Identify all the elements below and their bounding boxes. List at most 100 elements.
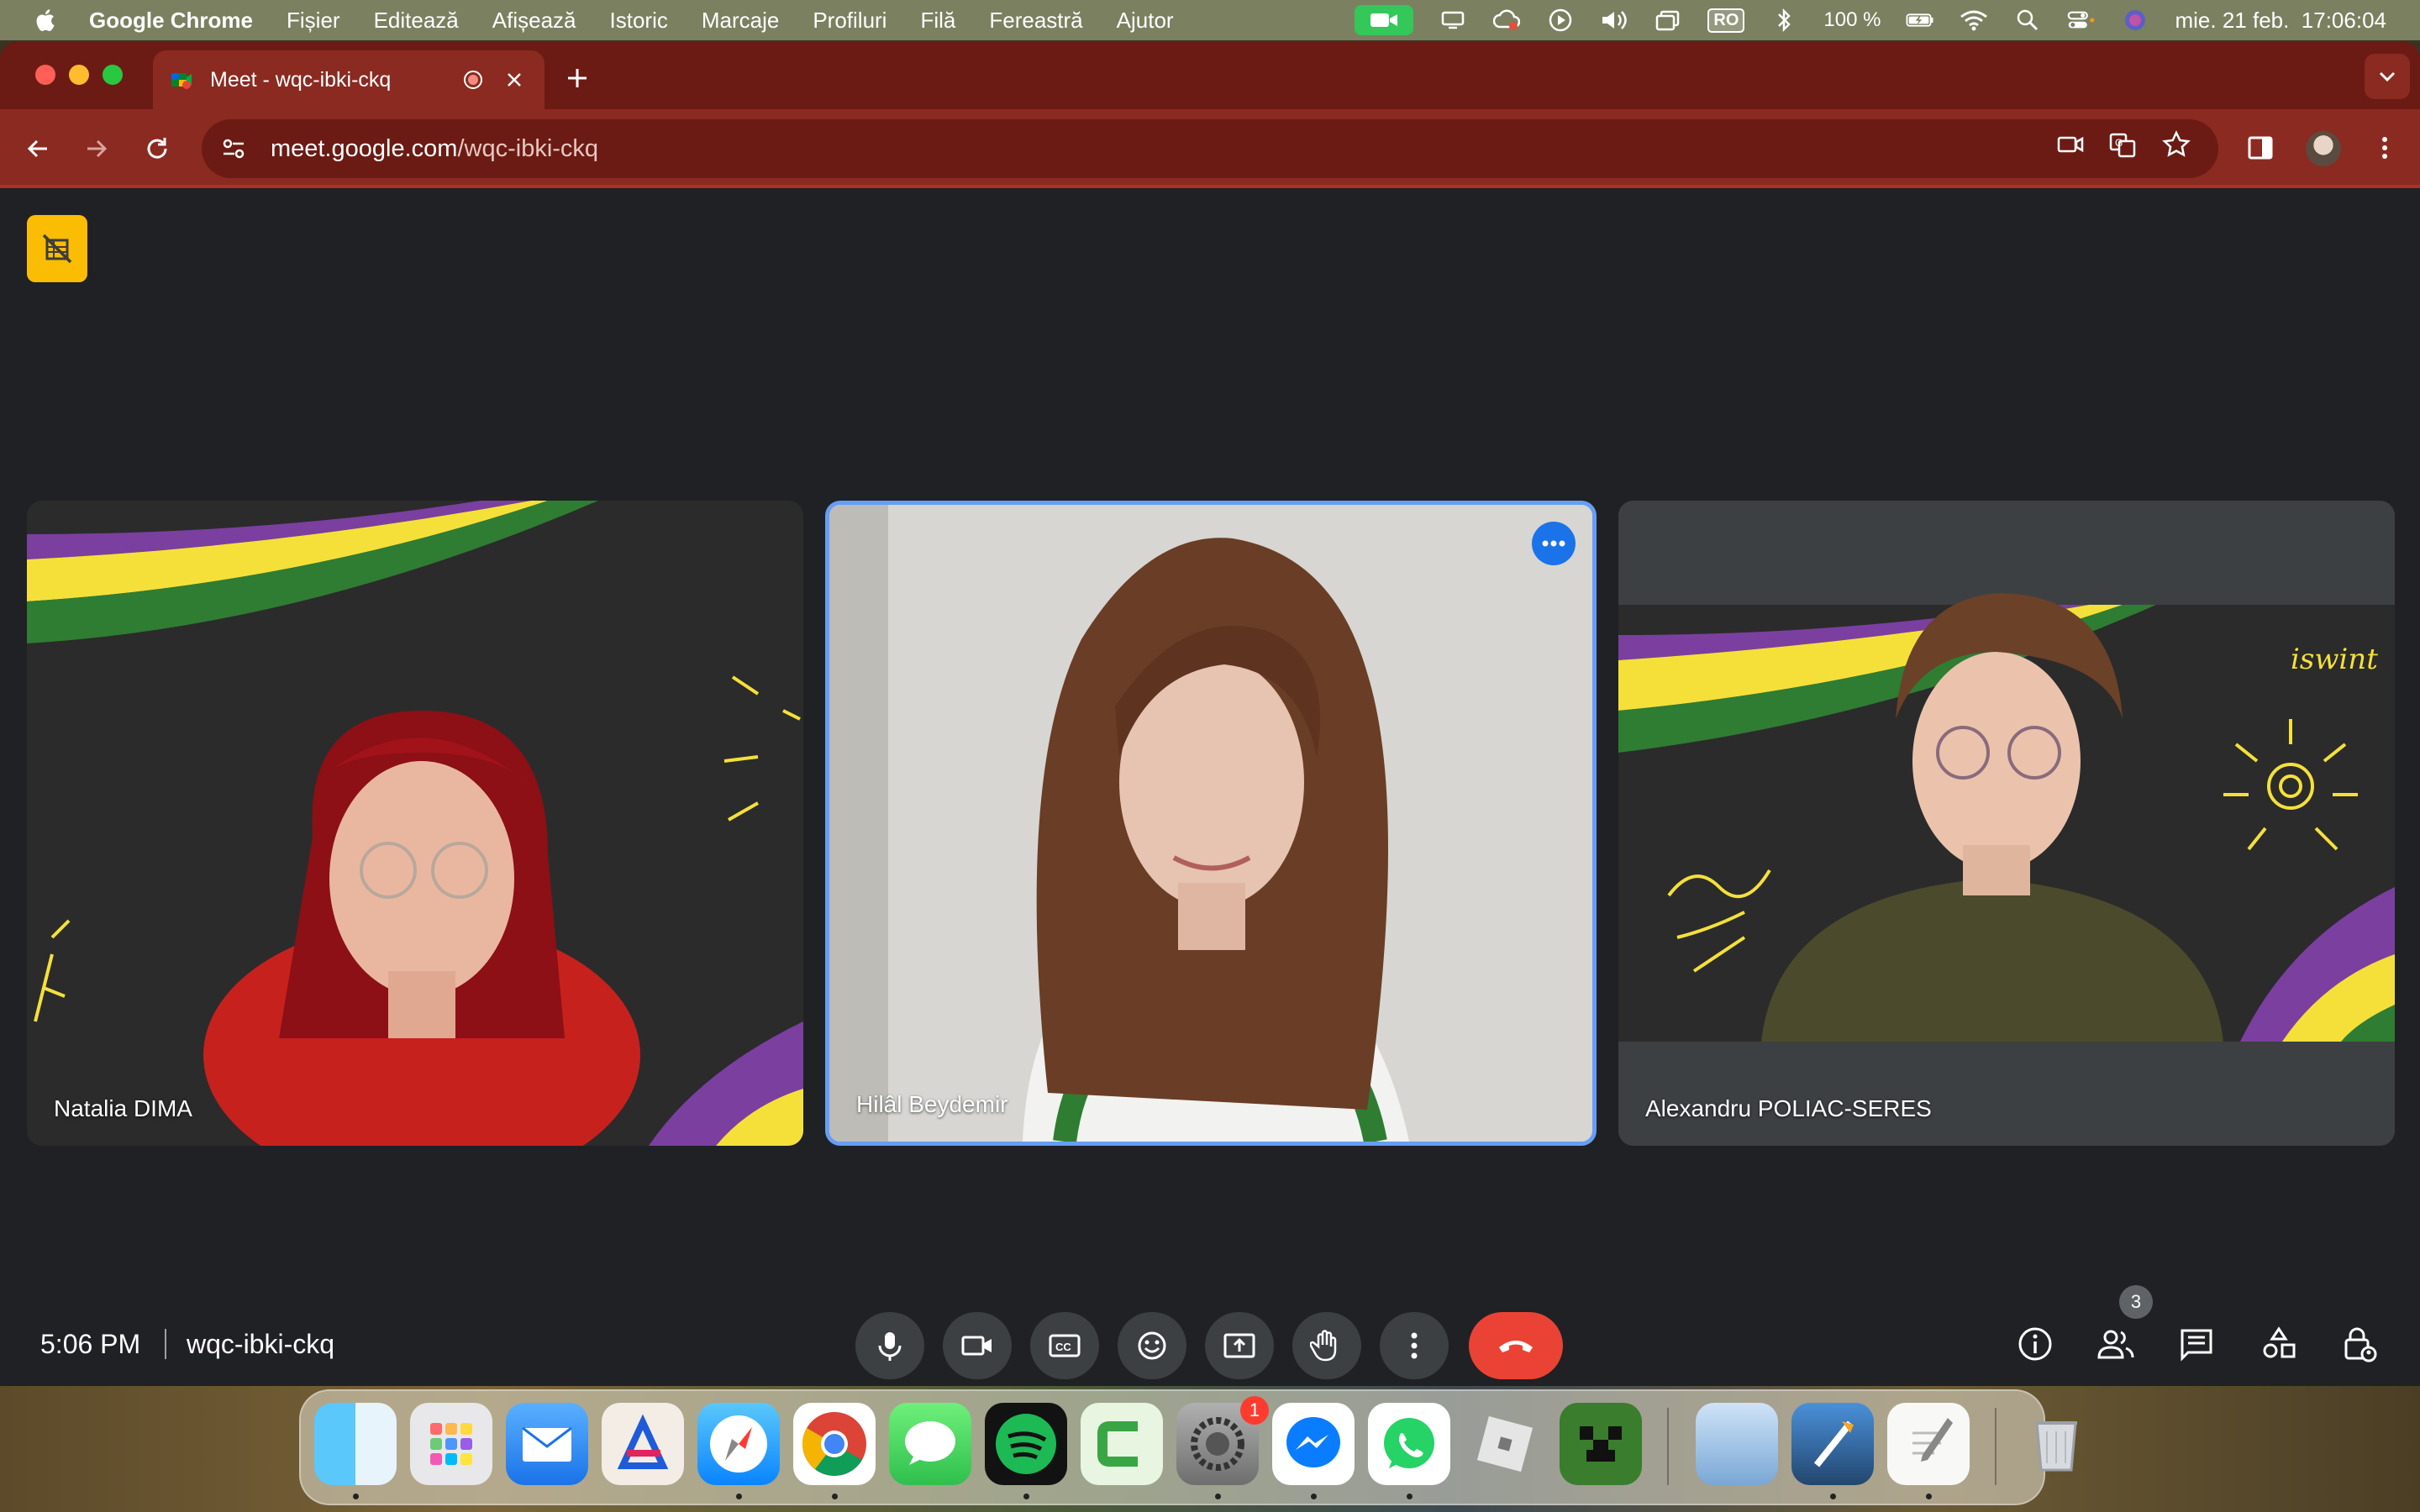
translate-icon[interactable]: G bbox=[2107, 129, 2138, 160]
camera-permission-icon[interactable] bbox=[2055, 129, 2086, 160]
minecraft-icon[interactable] bbox=[1560, 1403, 1642, 1485]
activities-button[interactable] bbox=[2257, 1322, 2301, 1366]
close-window-button[interactable] bbox=[35, 65, 55, 85]
battery-icon[interactable] bbox=[1906, 8, 1934, 33]
safari-icon[interactable] bbox=[697, 1403, 780, 1485]
camera-button[interactable] bbox=[943, 1312, 1012, 1379]
finder-icon[interactable] bbox=[314, 1403, 397, 1485]
wifi-icon[interactable] bbox=[1960, 8, 1988, 33]
volume-icon[interactable] bbox=[1600, 8, 1628, 33]
running-indicator bbox=[1215, 1494, 1221, 1499]
messenger-icon[interactable] bbox=[1272, 1403, 1355, 1485]
menu-bookmarks[interactable]: Marcaje bbox=[702, 8, 779, 34]
trash-icon[interactable] bbox=[2015, 1403, 2097, 1485]
people-count-badge: 3 bbox=[2119, 1285, 2153, 1319]
menu-profiles[interactable]: Profiluri bbox=[813, 8, 886, 34]
running-indicator bbox=[1023, 1494, 1029, 1499]
svg-text:CC: CC bbox=[1055, 1341, 1071, 1353]
leave-call-button[interactable] bbox=[1469, 1312, 1563, 1379]
tab-meet[interactable]: Meet - wqc-ibki-ckq bbox=[153, 50, 544, 109]
menubar-datetime[interactable]: mie. 21 feb. 17:06:04 bbox=[2175, 8, 2386, 34]
chrome-window: Meet - wqc-ibki-ckq meet.google.com /wqc… bbox=[0, 42, 2420, 1386]
meet-stage: Natalia DIMA Hilâl Beydemir iswint Alexa… bbox=[0, 188, 2420, 1386]
shapes-icon bbox=[2263, 1326, 2296, 1358]
participant-tile[interactable]: iswint Alexandru POLIAC-SERES bbox=[1618, 501, 2395, 1146]
textedit-icon[interactable] bbox=[1887, 1403, 1970, 1485]
people-icon bbox=[2097, 1330, 2134, 1359]
host-controls-button[interactable] bbox=[2338, 1322, 2381, 1366]
camtasia-icon[interactable] bbox=[1081, 1403, 1163, 1485]
menu-history[interactable]: Istoric bbox=[610, 8, 668, 34]
spotify-icon[interactable] bbox=[985, 1403, 1067, 1485]
menu-window[interactable]: Fereastră bbox=[989, 8, 1082, 34]
menu-help[interactable]: Ajutor bbox=[1117, 8, 1174, 34]
chat-button[interactable] bbox=[2175, 1322, 2218, 1366]
mail-icon[interactable] bbox=[506, 1403, 588, 1485]
messages-icon[interactable] bbox=[889, 1403, 971, 1485]
spotlight-search-icon[interactable] bbox=[2013, 8, 2042, 33]
whatsapp-icon[interactable] bbox=[1368, 1403, 1450, 1485]
tab-search-button[interactable] bbox=[2365, 54, 2410, 99]
menu-edit[interactable]: Editează bbox=[374, 8, 459, 34]
chrome-icon[interactable] bbox=[793, 1403, 876, 1485]
menu-app-name[interactable]: Google Chrome bbox=[89, 8, 253, 34]
frame-off-icon bbox=[42, 234, 72, 264]
more-horizontal-icon bbox=[1542, 540, 1565, 547]
menu-tab[interactable]: Filă bbox=[920, 8, 955, 34]
participant-tile-active[interactable]: Hilâl Beydemir bbox=[825, 501, 1597, 1146]
reactions-button[interactable] bbox=[1118, 1312, 1186, 1379]
more-options-icon[interactable] bbox=[2370, 133, 2400, 163]
creative-cloud-icon[interactable] bbox=[1492, 8, 1521, 33]
side-panel-icon[interactable] bbox=[2245, 133, 2275, 163]
bookmark-star-icon[interactable] bbox=[2161, 129, 2191, 160]
chat-icon bbox=[2181, 1329, 2212, 1362]
meeting-controls-bar: 5:06 PM wqc-ibki-ckq CC 3 bbox=[0, 1285, 2420, 1386]
no-presentation-button[interactable] bbox=[27, 215, 87, 282]
play-circle-icon[interactable] bbox=[1546, 8, 1575, 33]
emoji-icon bbox=[1138, 1331, 1166, 1360]
present-screen-button[interactable] bbox=[1205, 1312, 1274, 1379]
participant-name: Hilâl Beydemir bbox=[856, 1091, 1008, 1117]
input-source-badge[interactable]: RO bbox=[1707, 8, 1745, 33]
menu-view[interactable]: Afișează bbox=[492, 8, 576, 34]
screen-mirror-icon[interactable] bbox=[1439, 8, 1467, 33]
xcode-icon[interactable] bbox=[1791, 1403, 1874, 1485]
meeting-code[interactable]: wqc-ibki-ckq bbox=[187, 1329, 334, 1360]
address-bar[interactable]: meet.google.com /wqc-ibki-ckq G bbox=[202, 119, 2218, 178]
stage-manager-icon[interactable] bbox=[1654, 8, 1682, 33]
captions-button[interactable]: CC bbox=[1030, 1312, 1099, 1379]
back-arrow-icon[interactable] bbox=[24, 134, 52, 163]
svg-text:G: G bbox=[2115, 137, 2123, 149]
launchpad-icon[interactable] bbox=[410, 1403, 492, 1485]
new-tab-icon[interactable] bbox=[565, 66, 590, 91]
people-button[interactable] bbox=[2094, 1322, 2138, 1366]
roblox-icon[interactable] bbox=[1464, 1403, 1546, 1485]
forward-arrow-icon[interactable] bbox=[82, 134, 111, 163]
camera-in-use-indicator[interactable] bbox=[1355, 5, 1414, 35]
meeting-details-button[interactable] bbox=[2013, 1322, 2057, 1366]
reload-icon[interactable] bbox=[143, 134, 171, 163]
site-settings-icon[interactable] bbox=[220, 135, 247, 162]
zoom-window-button[interactable] bbox=[103, 65, 123, 85]
hang-up-icon bbox=[1499, 1341, 1533, 1352]
affinity-icon[interactable] bbox=[602, 1403, 684, 1485]
participant-tile[interactable]: Natalia DIMA bbox=[27, 501, 803, 1146]
tab-strip: Meet - wqc-ibki-ckq bbox=[0, 42, 2420, 109]
close-tab-icon[interactable] bbox=[504, 70, 524, 90]
apple-icon[interactable] bbox=[34, 8, 55, 33]
control-center-icon[interactable] bbox=[2067, 8, 2096, 33]
preview-icon[interactable] bbox=[1696, 1403, 1778, 1485]
more-options-button[interactable] bbox=[1380, 1312, 1449, 1379]
menu-file[interactable]: Fișier bbox=[287, 8, 340, 34]
minimize-window-button[interactable] bbox=[69, 65, 89, 85]
running-indicator bbox=[353, 1494, 359, 1499]
bluetooth-icon[interactable] bbox=[1770, 8, 1798, 33]
siri-icon[interactable] bbox=[2121, 8, 2149, 33]
raise-hand-button[interactable] bbox=[1292, 1312, 1361, 1379]
tile-more-options-button[interactable] bbox=[1532, 522, 1576, 565]
profile-avatar[interactable] bbox=[2306, 131, 2341, 166]
google-meet-favicon-icon bbox=[171, 73, 192, 89]
more-vertical-icon bbox=[1411, 1332, 1418, 1359]
microphone-button[interactable] bbox=[855, 1312, 924, 1379]
dock-separator bbox=[1995, 1408, 1996, 1485]
